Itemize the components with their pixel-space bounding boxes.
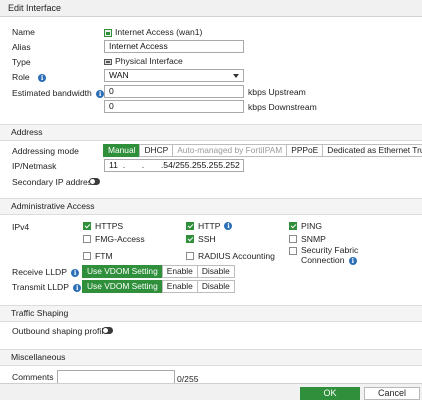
checkbox-box[interactable] bbox=[83, 235, 91, 243]
receive-lldp-label: Receive LLDP i bbox=[12, 266, 80, 278]
ip-netmask-label: IP/Netmask bbox=[12, 161, 57, 171]
security-fabric-checkbox[interactable]: Security Fabric Connection i bbox=[289, 245, 358, 265]
comments-textarea[interactable] bbox=[57, 370, 175, 384]
admin-access-section-header: Administrative Access bbox=[0, 198, 422, 215]
ssh-checkbox[interactable]: SSH bbox=[186, 233, 216, 245]
security-fabric-label: Security Fabric Connection i bbox=[301, 245, 358, 265]
radius-accounting-checkbox[interactable]: RADIUS Accounting bbox=[186, 250, 275, 262]
mode-manual-option[interactable]: Manual bbox=[103, 144, 141, 157]
name-label: Name bbox=[12, 27, 35, 37]
info-icon[interactable]: i bbox=[38, 73, 47, 82]
checkbox-box[interactable] bbox=[289, 235, 297, 243]
bandwidth-label: Estimated bandwidth i bbox=[12, 87, 105, 99]
comments-label: Comments bbox=[12, 372, 54, 382]
ping-checkbox[interactable]: PING bbox=[289, 220, 322, 232]
type-label: Type bbox=[12, 57, 31, 67]
misc-section-header: Miscellaneous bbox=[0, 349, 422, 366]
info-icon[interactable]: i bbox=[73, 283, 82, 292]
addressing-mode-selector[interactable]: Manual DHCP Auto-managed by FortiIPAM PP… bbox=[103, 144, 422, 157]
checkbox-box[interactable] bbox=[83, 252, 91, 260]
info-icon[interactable]: i bbox=[71, 268, 80, 277]
outbound-shaping-label: Outbound shaping profile bbox=[12, 326, 109, 336]
fmg-access-label: FMG-Access bbox=[95, 234, 145, 244]
security-fabric-label-line2: Connection bbox=[301, 255, 345, 265]
ipv4-label: IPv4 bbox=[12, 222, 30, 232]
ssh-label: SSH bbox=[198, 234, 216, 244]
checkbox-box[interactable] bbox=[186, 222, 194, 230]
checkbox-box[interactable] bbox=[186, 235, 194, 243]
receive-lldp-vdom-option[interactable]: Use VDOM Setting bbox=[82, 265, 163, 278]
mode-pppoe-option[interactable]: PPPoE bbox=[286, 144, 324, 157]
type-value: Physical Interface bbox=[104, 55, 183, 67]
info-icon[interactable]: i bbox=[348, 256, 357, 265]
alias-label: Alias bbox=[12, 42, 31, 52]
transmit-lldp-enable-option[interactable]: Enable bbox=[161, 280, 198, 293]
transmit-lldp-disable-option[interactable]: Disable bbox=[196, 280, 235, 293]
physical-interface-icon bbox=[104, 58, 112, 65]
receive-lldp-text: Receive LLDP bbox=[12, 267, 67, 277]
snmp-label: SNMP bbox=[301, 234, 326, 244]
checkbox-box[interactable] bbox=[186, 252, 194, 260]
role-label-text: Role bbox=[12, 72, 30, 82]
receive-lldp-disable-option[interactable]: Disable bbox=[196, 265, 235, 278]
transmit-lldp-text: Transmit LLDP bbox=[12, 282, 69, 292]
ping-label: PING bbox=[301, 221, 323, 231]
downstream-input[interactable]: 0 bbox=[104, 100, 244, 113]
info-icon[interactable]: i bbox=[96, 89, 105, 98]
ip-netmask-input[interactable]: 11 . . .54/255.255.255.252 bbox=[104, 159, 244, 172]
outbound-shaping-toggle[interactable] bbox=[102, 327, 113, 334]
snmp-checkbox[interactable]: SNMP bbox=[289, 233, 326, 245]
checkbox-box[interactable] bbox=[83, 222, 91, 230]
dialog-footer: OK Cancel bbox=[0, 383, 422, 400]
secondary-ip-toggle[interactable] bbox=[89, 178, 100, 185]
mode-ethernet-trunk-option[interactable]: Dedicated as Ethernet Trunk bbox=[322, 144, 422, 157]
fmg-access-checkbox[interactable]: FMG-Access bbox=[83, 233, 145, 245]
traffic-shaping-section-header: Traffic Shaping bbox=[0, 305, 422, 322]
address-section-header: Address bbox=[0, 124, 422, 141]
name-text: Internet Access (wan1) bbox=[115, 27, 203, 37]
ok-button[interactable]: OK bbox=[300, 387, 360, 400]
checkbox-box[interactable] bbox=[289, 247, 297, 255]
name-value: Internet Access (wan1) bbox=[104, 26, 202, 38]
addressing-mode-label: Addressing mode bbox=[12, 146, 79, 156]
http-label: HTTP bbox=[198, 221, 221, 231]
info-icon[interactable]: i bbox=[224, 222, 233, 230]
role-label: Role i bbox=[12, 71, 47, 83]
dialog-title: Edit Interface bbox=[0, 0, 422, 17]
transmit-lldp-selector[interactable]: Use VDOM Setting Enable Disable bbox=[82, 280, 235, 293]
alias-input[interactable]: Internet Access bbox=[104, 40, 244, 53]
https-label: HTTPS bbox=[95, 221, 124, 231]
secondary-ip-label: Secondary IP address bbox=[12, 177, 97, 187]
upstream-input[interactable]: 0 bbox=[104, 85, 244, 98]
checkbox-box[interactable] bbox=[289, 222, 297, 230]
downstream-unit: kbps Downstream bbox=[248, 102, 317, 112]
radius-accounting-label: RADIUS Accounting bbox=[198, 251, 275, 261]
transmit-lldp-label: Transmit LLDP i bbox=[12, 281, 82, 293]
transmit-lldp-vdom-option[interactable]: Use VDOM Setting bbox=[82, 280, 163, 293]
receive-lldp-selector[interactable]: Use VDOM Setting Enable Disable bbox=[82, 265, 235, 278]
mode-fortiipam-option: Auto-managed by FortiIPAM bbox=[172, 144, 288, 157]
ftm-label: FTM bbox=[95, 251, 113, 261]
role-select-value: WAN bbox=[109, 70, 129, 80]
bandwidth-label-text: Estimated bandwidth bbox=[12, 88, 92, 98]
http-checkbox[interactable]: HTTP i bbox=[186, 220, 233, 232]
network-port-icon bbox=[104, 28, 112, 37]
upstream-unit: kbps Upstream bbox=[248, 87, 306, 97]
https-checkbox[interactable]: HTTPS bbox=[83, 220, 123, 232]
cancel-button[interactable]: Cancel bbox=[364, 387, 420, 400]
receive-lldp-enable-option[interactable]: Enable bbox=[161, 265, 198, 278]
security-fabric-label-line1: Security Fabric bbox=[301, 245, 359, 255]
mode-dhcp-option[interactable]: DHCP bbox=[139, 144, 174, 157]
type-text: Physical Interface bbox=[115, 56, 183, 66]
ftm-checkbox[interactable]: FTM bbox=[83, 250, 113, 262]
chevron-down-icon bbox=[233, 74, 239, 78]
role-select[interactable]: WAN bbox=[104, 69, 244, 82]
